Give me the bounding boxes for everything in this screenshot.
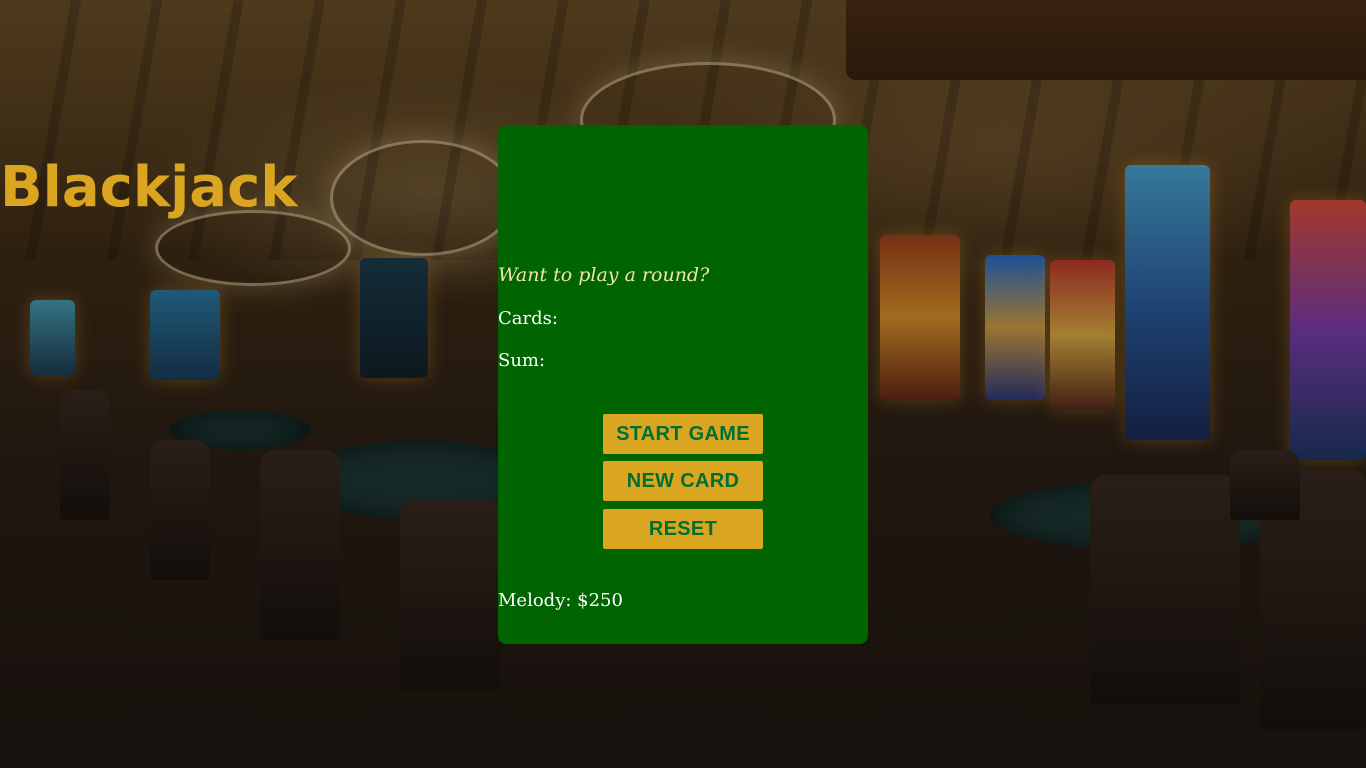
- sum-label: Sum:: [498, 350, 546, 371]
- cards-label: Cards:: [498, 308, 558, 329]
- game-title: Blackjack: [0, 155, 298, 220]
- new-card-button[interactable]: NEW CARD: [603, 461, 763, 501]
- reset-button[interactable]: RESET: [603, 509, 763, 549]
- game-message: Want to play a round?: [498, 264, 710, 286]
- player-info: Melody: $250: [498, 590, 623, 611]
- start-game-button[interactable]: START GAME: [603, 414, 763, 454]
